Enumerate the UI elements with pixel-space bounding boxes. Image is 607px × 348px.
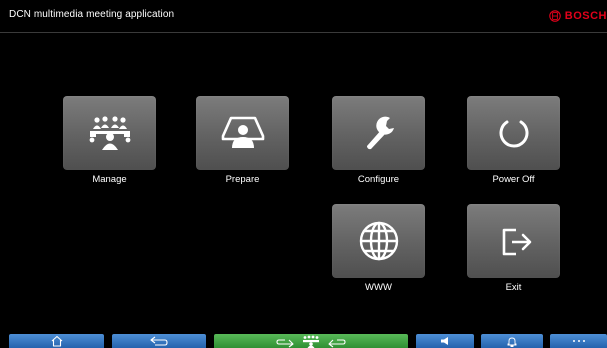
- globe-icon: [359, 221, 398, 261]
- power-off-label: Power Off: [492, 174, 535, 185]
- brand-name: BOSCH: [564, 10, 607, 22]
- www-label: WWW: [365, 282, 392, 293]
- prepare-button[interactable]: [196, 96, 289, 170]
- wrench-icon: [366, 116, 394, 150]
- more-icon: [572, 340, 585, 342]
- meeting-switch-button[interactable]: [214, 334, 408, 348]
- exit-button[interactable]: [467, 204, 560, 278]
- brand: BOSCH: [549, 9, 607, 23]
- manage-label: Manage: [92, 174, 127, 185]
- www-button[interactable]: [332, 204, 425, 278]
- more-button[interactable]: [550, 334, 607, 348]
- title-bar: DCN multimedia meeting application BOSCH: [0, 0, 607, 33]
- taskbar: [0, 331, 607, 348]
- configure-label: Configure: [357, 174, 400, 185]
- exit-label: Exit: [505, 282, 522, 293]
- app-title: DCN multimedia meeting application: [9, 9, 175, 20]
- meeting-switch-icon: [276, 335, 346, 348]
- back-button[interactable]: [112, 334, 206, 348]
- power-off-button[interactable]: [467, 96, 560, 170]
- speaker-icon: [441, 337, 448, 345]
- home-button[interactable]: [9, 334, 104, 348]
- bell-button[interactable]: [481, 334, 543, 348]
- configure-button[interactable]: [332, 96, 425, 170]
- person-monitor-icon: [221, 116, 264, 148]
- speaker-button[interactable]: [416, 334, 474, 348]
- power-icon: [499, 120, 528, 148]
- people-meeting-icon: [89, 116, 130, 150]
- bell-icon: [507, 337, 517, 347]
- manage-button[interactable]: [63, 96, 156, 170]
- prepare-label: Prepare: [225, 174, 260, 185]
- bosch-logo-icon: [549, 10, 561, 22]
- exit-icon: [502, 228, 531, 256]
- home-icon: [51, 335, 62, 347]
- back-arrow-icon: [150, 336, 168, 346]
